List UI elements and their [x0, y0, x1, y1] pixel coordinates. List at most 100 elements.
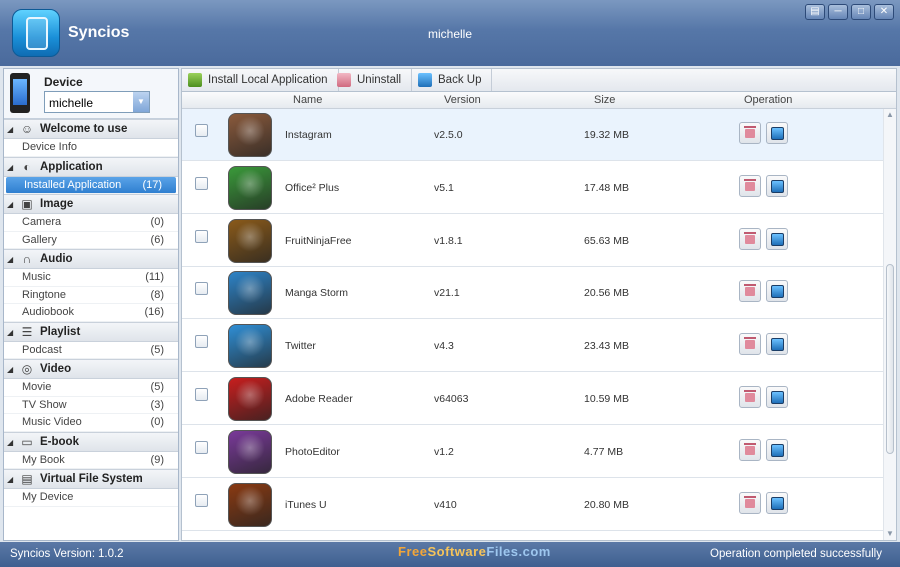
backup-button[interactable]: Back Up	[412, 69, 493, 91]
uninstall-row-button[interactable]	[739, 227, 761, 250]
sidebar-item-label: Audiobook	[22, 306, 74, 318]
sidebar-item-label: Gallery	[22, 233, 57, 246]
sidebar-item-label: Podcast	[22, 343, 62, 356]
sidebar-category[interactable]: ◢ ▭ E-book	[4, 431, 178, 452]
install-local-app-button[interactable]: Install Local Application	[182, 69, 339, 91]
scrollbar-thumb[interactable]	[886, 264, 894, 454]
sidebar-category[interactable]: ◢ ◐ Application	[4, 156, 178, 177]
sidebar-item-count: (8)	[150, 288, 164, 301]
sidebar-category[interactable]: ◢ ▣ Image	[4, 194, 178, 214]
sidebar-tree: ◢ ☺ Welcome to use Device Info ◢ ◐ Application…	[4, 119, 178, 507]
version-value: 1.0.2	[98, 548, 124, 560]
uninstall-row-button[interactable]	[739, 386, 761, 408]
table-row[interactable]: Adobe Reader v64063 10.59 MB	[182, 373, 884, 425]
backup-row-button[interactable]	[766, 280, 788, 303]
backup-row-button[interactable]	[766, 386, 788, 408]
sidebar-item[interactable]: Audiobook (16)	[4, 304, 178, 322]
sidebar-category[interactable]: ◢ ☰ Playlist	[4, 321, 178, 342]
backup-row-button[interactable]	[766, 174, 788, 197]
sidebar-item[interactable]: Gallery (6)	[4, 232, 178, 249]
backup-row-button[interactable]	[766, 333, 788, 356]
table-row[interactable]: FruitNinjaFree v1.8.1 65.63 MB	[182, 215, 884, 267]
column-size[interactable]: Size	[594, 94, 615, 106]
device-title: michelle	[427, 27, 472, 41]
sidebar-category[interactable]: ◢ ∩ Audio	[4, 249, 178, 269]
playlist-icon: ☰	[21, 324, 33, 339]
collapse-triangle-icon[interactable]: ◢	[7, 328, 13, 337]
app-size-cell: 10.59 MB	[584, 393, 629, 405]
table-row[interactable]: Manga Storm v21.1 20.56 MB	[182, 267, 884, 320]
table-row[interactable]: iTunes U v410 20.80 MB	[182, 479, 884, 531]
sidebar-item-label: Ringtone	[22, 288, 67, 301]
close-button[interactable]: ✕	[874, 4, 894, 20]
sidebar-item[interactable]: Installed Application (17)	[6, 176, 176, 194]
collapse-triangle-icon[interactable]: ◢	[7, 255, 13, 264]
uninstall-row-button[interactable]	[739, 280, 761, 303]
backup-icon	[771, 391, 784, 404]
feedback-button[interactable]: ▤	[805, 4, 825, 20]
sidebar-item[interactable]: Device Info	[4, 139, 178, 157]
app-version-cell: v410	[434, 498, 457, 511]
collapse-triangle-icon[interactable]: ◢	[7, 438, 13, 447]
chevron-down-icon[interactable]: ▼	[133, 92, 149, 112]
uninstall-row-button[interactable]	[739, 174, 761, 197]
uninstall-button[interactable]: Uninstall	[331, 69, 413, 91]
sidebar-category-label: Welcome to use	[40, 123, 128, 135]
sidebar-item[interactable]: Movie (5)	[4, 379, 178, 397]
minimize-button[interactable]: ─	[828, 4, 848, 20]
collapse-triangle-icon[interactable]: ◢	[7, 163, 13, 172]
sidebar-item[interactable]: My Device	[4, 489, 178, 507]
app-name-cell: PhotoEditor	[285, 445, 340, 458]
collapse-triangle-icon[interactable]: ◢	[7, 125, 13, 134]
backup-row-button[interactable]	[766, 438, 788, 461]
sidebar-item[interactable]: Camera (0)	[4, 214, 178, 232]
scroll-up-icon[interactable]: ▲	[884, 109, 896, 121]
sidebar-item[interactable]: Podcast (5)	[4, 342, 178, 359]
maximize-button[interactable]: □	[851, 4, 871, 20]
status-message: Operation completed successfully	[710, 548, 882, 560]
uninstall-row-button[interactable]	[739, 438, 761, 461]
sidebar-item-count: (16)	[144, 306, 164, 318]
row-checkbox[interactable]	[195, 493, 208, 507]
table-row[interactable]: PhotoEditor v1.2 4.77 MB	[182, 426, 884, 478]
uninstall-row-button[interactable]	[739, 122, 761, 144]
sidebar-item[interactable]: Ringtone (8)	[4, 287, 178, 304]
column-name[interactable]: Name	[293, 94, 322, 106]
table-row[interactable]: Instagram v2.5.0 19.32 MB	[182, 109, 884, 161]
backup-row-button[interactable]	[766, 491, 788, 514]
row-checkbox[interactable]	[195, 388, 208, 401]
trash-icon	[744, 495, 756, 508]
uninstall-row-button[interactable]	[739, 491, 761, 514]
scroll-down-icon[interactable]: ▼	[884, 528, 896, 540]
device-label: Device	[44, 75, 83, 89]
collapse-triangle-icon[interactable]: ◢	[7, 200, 13, 209]
sidebar-item[interactable]: TV Show (3)	[4, 397, 178, 414]
collapse-triangle-icon[interactable]: ◢	[7, 475, 13, 484]
row-checkbox[interactable]	[195, 176, 208, 190]
sidebar-category-label: E-book	[40, 435, 79, 448]
row-checkbox[interactable]	[195, 440, 208, 454]
sidebar-category[interactable]: ◢ ◎ Video	[4, 359, 178, 379]
vertical-scrollbar[interactable]: ▲ ▼	[883, 109, 896, 540]
watermark: FreeSoftwareFiles.com	[398, 544, 551, 559]
backup-row-button[interactable]	[766, 227, 788, 250]
backup-row-button[interactable]	[766, 122, 788, 144]
collapse-triangle-icon[interactable]: ◢	[7, 365, 13, 374]
table-row[interactable]: Twitter v4.3 23.43 MB	[182, 320, 884, 373]
row-checkbox[interactable]	[195, 124, 208, 137]
trash-icon	[744, 178, 756, 191]
sidebar-item[interactable]: My Book (9)	[4, 452, 178, 469]
sidebar-item-label: Movie	[22, 381, 52, 393]
table-row[interactable]: Office² Plus v5.1 17.48 MB	[182, 162, 884, 214]
row-checkbox[interactable]	[195, 229, 208, 243]
uninstall-row-button[interactable]	[739, 333, 761, 356]
sidebar-category[interactable]: ◢ ▤ Virtual File System	[4, 469, 178, 489]
column-version[interactable]: Version	[444, 94, 481, 106]
sidebar-category[interactable]: ◢ ☺ Welcome to use	[4, 119, 178, 139]
device-select[interactable]: michelle ▼	[44, 91, 150, 113]
row-checkbox[interactable]	[195, 335, 208, 349]
app-name-cell: Manga Storm	[285, 287, 349, 300]
row-checkbox[interactable]	[195, 282, 208, 296]
sidebar-item[interactable]: Music Video (0)	[4, 414, 178, 432]
sidebar-item[interactable]: Music (11)	[4, 269, 178, 287]
